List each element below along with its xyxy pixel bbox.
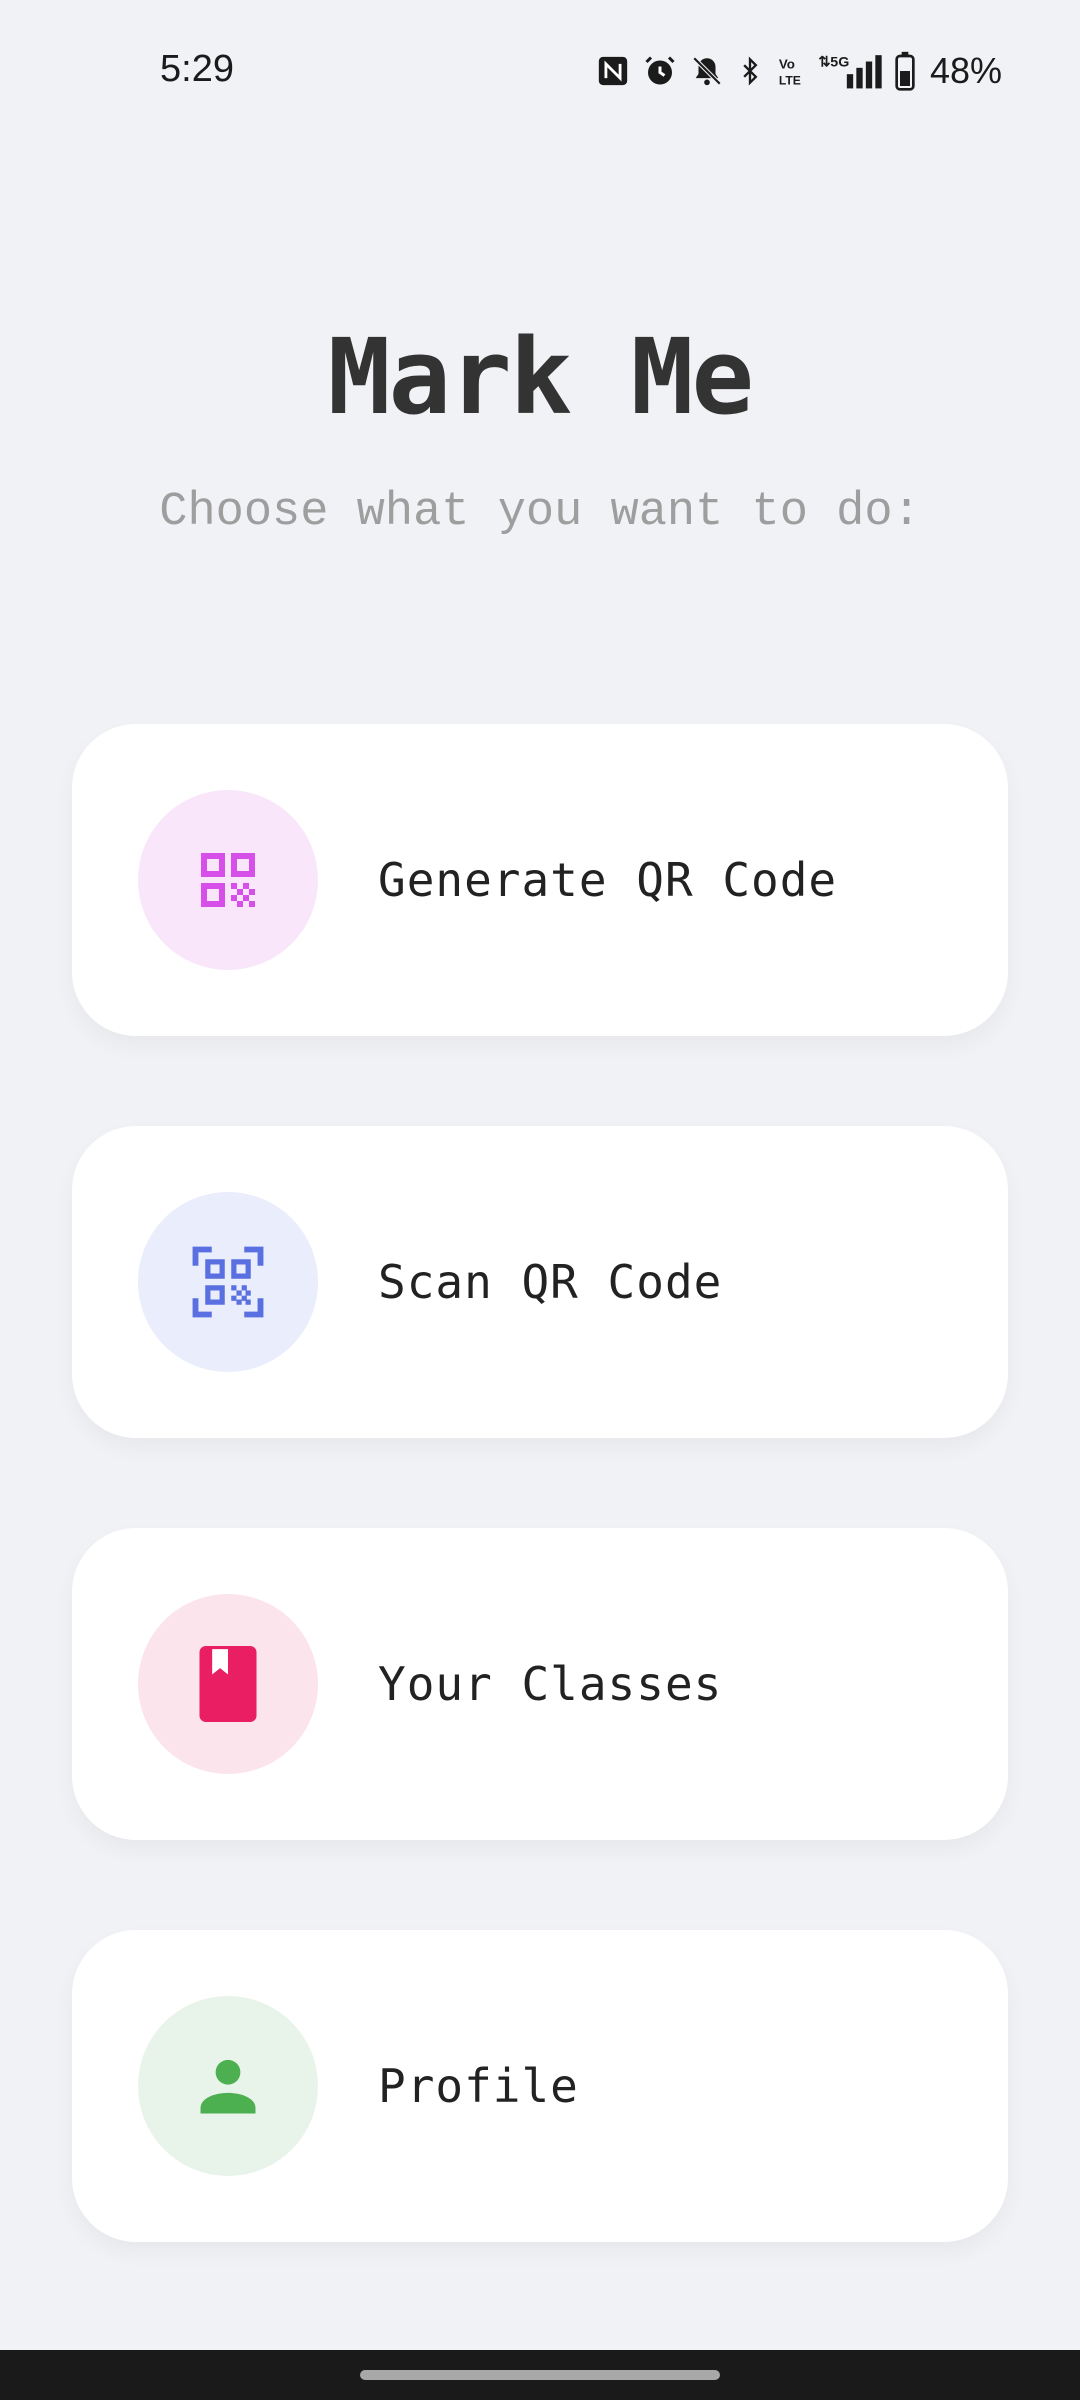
5g-signal-icon: ⇅5G [818, 52, 882, 90]
qr-scan-icon [192, 1246, 264, 1318]
status-time: 5:29 [160, 48, 234, 90]
generate-qr-label: Generate QR Code [378, 853, 838, 907]
nfc-icon [596, 54, 630, 88]
profile-icon-circle [138, 1996, 318, 2176]
generate-qr-card[interactable]: Generate QR Code [72, 724, 1008, 1036]
profile-card[interactable]: Profile [72, 1930, 1008, 2242]
system-nav-bar [0, 2350, 1080, 2400]
svg-text:LTE: LTE [779, 73, 801, 87]
bluetooth-icon [736, 54, 764, 88]
battery-percent: 48% [929, 50, 1002, 91]
scan-qr-label: Scan QR Code [378, 1255, 723, 1309]
battery-icon [894, 51, 916, 91]
volte-icon: Vo LTE [776, 54, 806, 88]
scan-qr-icon-circle [138, 1192, 318, 1372]
profile-label: Profile [378, 2059, 579, 2113]
book-icon [199, 1646, 257, 1722]
scan-qr-card[interactable]: Scan QR Code [72, 1126, 1008, 1438]
your-classes-card[interactable]: Your Classes [72, 1528, 1008, 1840]
qr-code-icon [201, 853, 255, 907]
your-classes-icon-circle [138, 1594, 318, 1774]
generate-qr-icon-circle [138, 790, 318, 970]
person-icon [200, 2059, 256, 2114]
status-bar: 5:29 Vo LTE ⇅5G 48% [0, 0, 1080, 140]
alarm-icon [642, 53, 678, 89]
home-gesture-handle[interactable] [360, 2370, 720, 2380]
svg-text:Vo: Vo [779, 57, 795, 72]
page-subtitle: Choose what you want to do: [159, 486, 921, 539]
app-title: Mark Me [327, 316, 754, 438]
your-classes-label: Your Classes [378, 1657, 723, 1711]
svg-text:⇅5G: ⇅5G [818, 54, 849, 70]
bell-off-icon [690, 54, 724, 88]
status-icons: Vo LTE ⇅5G 48% [596, 46, 1002, 96]
